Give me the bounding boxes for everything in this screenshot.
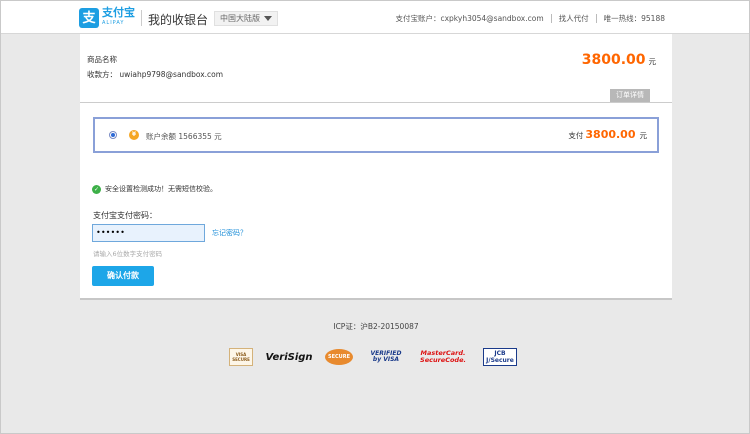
order-amount: 3800.00 元 bbox=[582, 52, 656, 68]
agent-pay-link[interactable]: 找人代付 bbox=[559, 13, 589, 24]
mastercard-securecode-badge-icon[interactable]: MasterCard. SecureCode. bbox=[419, 348, 467, 366]
account-label: 支付宝账户：cxpkyh3054@sandbox.com bbox=[395, 14, 544, 23]
jcb-jsecure-badge-icon[interactable]: JCB J/Secure bbox=[483, 348, 517, 366]
confirm-payment-button[interactable]: 确认付款 bbox=[92, 266, 154, 286]
order-amount-value: 3800.00 bbox=[581, 52, 646, 68]
pay-label: 支付 bbox=[568, 131, 584, 140]
secure-cert-badge-icon[interactable]: SECURE bbox=[325, 349, 353, 365]
security-notice: ✓ 安全设置检测成功！无需短信校验。 bbox=[92, 184, 217, 194]
verified-by-visa-badge-icon[interactable]: VERIFIED by VISA bbox=[369, 348, 403, 366]
forgot-password-link[interactable]: 忘记密码？ bbox=[212, 228, 247, 238]
order-amount-unit: 元 bbox=[648, 57, 657, 66]
check-circle-icon: ✓ bbox=[92, 184, 101, 194]
balance-label: 账户余额 1566355 元 bbox=[146, 132, 222, 141]
pay-amount-unit: 元 bbox=[639, 131, 648, 140]
header-divider bbox=[595, 14, 597, 23]
security-badges: VISA SECURE VeriSign SECURE VERIFIED by … bbox=[229, 348, 517, 366]
hotline: 唯一热线：95188 bbox=[603, 14, 665, 23]
cashier-panel: 商品名称 收款方： uwiahp9798@sandbox.com 3800.00… bbox=[80, 34, 672, 299]
header-account-bar: 支付宝账户：cxpkyh3054@sandbox.com 找人代付 唯一热线：9… bbox=[395, 13, 665, 24]
top-header: 支 支付宝 ALIPAY 我的收银台 中国大陆版 支付宝账户：cxpkyh305… bbox=[1, 1, 749, 34]
panel-bottom-border bbox=[80, 298, 672, 300]
verisign-badge-icon[interactable]: VeriSign bbox=[265, 348, 312, 366]
security-message: 安全设置检测成功！无需短信校验。 bbox=[105, 185, 217, 193]
page-title: 我的收银台 bbox=[148, 13, 209, 27]
visa-secure-badge-icon[interactable]: VISA SECURE bbox=[229, 348, 253, 366]
alipay-logo[interactable]: 支 支付宝 ALIPAY bbox=[79, 7, 135, 28]
payment-method-radio[interactable] bbox=[109, 131, 117, 139]
balance-coin-icon: ¥ bbox=[129, 130, 139, 140]
caret-down-icon bbox=[264, 16, 272, 21]
logo-subtext: ALIPAY bbox=[102, 20, 125, 26]
region-select[interactable]: 中国大陆版 bbox=[214, 11, 278, 26]
order-name: 商品名称 bbox=[87, 55, 117, 64]
payee-account: uwiahp9798@sandbox.com bbox=[119, 70, 224, 79]
region-label: 中国大陆版 bbox=[220, 14, 260, 23]
header-divider bbox=[141, 10, 142, 26]
password-label: 支付宝支付密码： bbox=[93, 211, 157, 220]
password-hint: 请输入6位数字支付密码 bbox=[93, 250, 163, 258]
order-detail-button[interactable]: 订单详情 bbox=[610, 89, 650, 102]
pay-amount-value: 3800.00 bbox=[585, 128, 636, 141]
icp-license: ICP证：沪B2-20150087 bbox=[333, 322, 419, 331]
payee-info: 收款方： uwiahp9798@sandbox.com bbox=[87, 69, 223, 80]
password-input[interactable]: •••••• bbox=[92, 224, 205, 242]
payment-amount: 支付 3800.00 元 bbox=[568, 128, 647, 141]
section-divider bbox=[80, 102, 672, 103]
payment-method-option[interactable]: ¥ 账户余额 1566355 元 支付 3800.00 元 bbox=[93, 117, 659, 153]
alipay-logo-icon: 支 bbox=[79, 8, 99, 28]
payee-label: 收款方： bbox=[87, 70, 117, 79]
header-divider bbox=[550, 14, 552, 23]
